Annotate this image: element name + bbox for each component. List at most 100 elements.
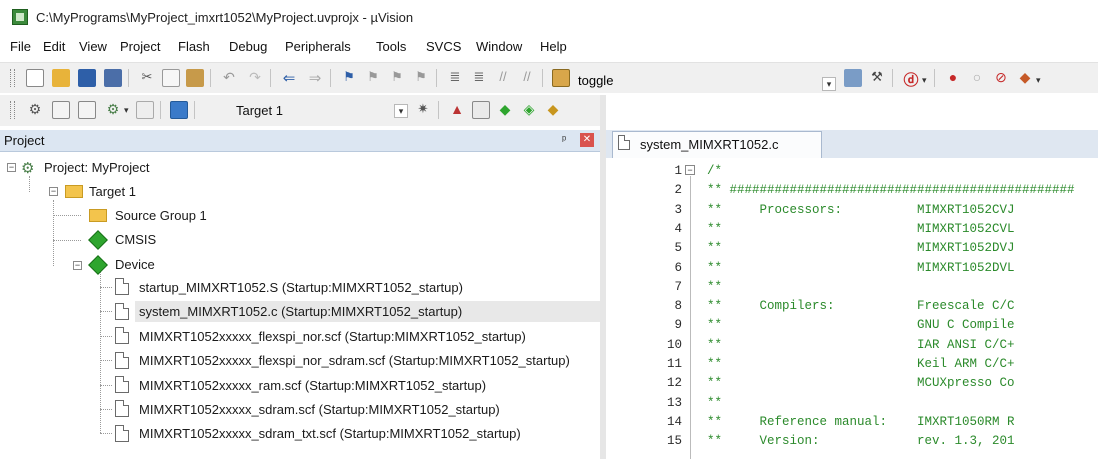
- code-line[interactable]: ** MIMXRT1052DVL: [707, 261, 1015, 275]
- download-load-icon[interactable]: [170, 101, 188, 119]
- code-line[interactable]: ** Reference manual: IMXRT1050RM R: [707, 415, 1015, 429]
- editor-tab-label[interactable]: system_MIMXRT1052.c: [640, 137, 778, 152]
- debug-session-icon[interactable]: ⓓ: [902, 69, 920, 89]
- menu-help[interactable]: Help: [540, 39, 567, 54]
- indent-icon[interactable]: ≣: [446, 69, 464, 87]
- open-file-icon[interactable]: [52, 69, 70, 87]
- code-line[interactable]: ** Version: rev. 1.3, 201: [707, 434, 1015, 448]
- menu-peripherals[interactable]: Peripherals: [285, 39, 351, 54]
- comment-icon[interactable]: //: [494, 69, 512, 87]
- tree-file-flexspi-nor[interactable]: MIMXRT1052xxxxx_flexspi_nor.scf (Startup…: [139, 329, 526, 344]
- cut-icon[interactable]: ✂: [138, 69, 156, 87]
- undo-icon[interactable]: ↶: [220, 69, 238, 87]
- tree-file-ram[interactable]: MIMXRT1052xxxxx_ram.scf (Startup:MIMXRT1…: [139, 378, 486, 393]
- code-line[interactable]: ** Compilers: Freescale C/C: [707, 299, 1015, 313]
- translate-icon[interactable]: ⚙: [26, 101, 44, 119]
- collapse-toggle[interactable]: −: [73, 261, 82, 270]
- find-combo-value[interactable]: toggle: [578, 73, 613, 88]
- target-select[interactable]: Target 1: [232, 100, 412, 122]
- tree-item-device[interactable]: Device: [115, 257, 155, 272]
- rebuild-icon[interactable]: [78, 101, 96, 119]
- menu-file[interactable]: File: [10, 39, 31, 54]
- code-line[interactable]: **: [707, 396, 722, 410]
- collapse-toggle[interactable]: −: [7, 163, 16, 172]
- save-icon[interactable]: [78, 69, 96, 87]
- copy-icon[interactable]: [162, 69, 180, 87]
- bookmark-clear-icon[interactable]: ⚑: [412, 69, 430, 87]
- breakpoint-enable-icon[interactable]: ○: [968, 69, 986, 87]
- target-select-dropdown[interactable]: ▾: [394, 104, 408, 118]
- code-line[interactable]: ** GNU C Compile: [707, 318, 1015, 332]
- bookmark-toggle-icon[interactable]: ⚑: [340, 69, 358, 87]
- code-line[interactable]: ** MIMXRT1052DVJ: [707, 241, 1015, 255]
- tree-file-system[interactable]: system_MIMXRT1052.c (Startup:MIMXRT1052_…: [139, 304, 462, 319]
- save-all-icon[interactable]: [104, 69, 122, 87]
- toolbar-separator: [892, 69, 893, 87]
- line-number: 14: [666, 415, 682, 429]
- tree-item-cmsis[interactable]: CMSIS: [115, 232, 156, 247]
- line-number: 15: [666, 434, 682, 448]
- find-combo-dropdown[interactable]: ▾: [822, 77, 836, 91]
- find-icon[interactable]: [844, 69, 862, 87]
- tree-file-startup[interactable]: startup_MIMXRT1052.S (Startup:MIMXRT1052…: [139, 280, 463, 295]
- new-file-icon[interactable]: [26, 69, 44, 87]
- fold-collapse-toggle[interactable]: −: [685, 165, 695, 175]
- bookmark-next-icon[interactable]: ⚑: [388, 69, 406, 87]
- toolbar-file: ✂ ↶ ↷ ⇐ ⇒ ⚑ ⚑ ⚑ ⚑ ≣ ≣ // // toggle ▾ ⚒ ⓓ…: [0, 62, 1098, 93]
- code-line[interactable]: ** IAR ANSI C/C+: [707, 338, 1015, 352]
- chevron-down-icon[interactable]: ▾: [1036, 75, 1041, 86]
- code-line[interactable]: ** MIMXRT1052CVL: [707, 222, 1015, 236]
- menu-flash[interactable]: Flash: [178, 39, 210, 54]
- tree-item-source-group[interactable]: Source Group 1: [115, 208, 207, 223]
- code-line[interactable]: ** Keil ARM C/C+: [707, 357, 1015, 371]
- menu-edit[interactable]: Edit: [43, 39, 65, 54]
- file-extensions-icon[interactable]: [472, 101, 490, 119]
- menu-view[interactable]: View: [79, 39, 107, 54]
- breakpoint-insert-icon[interactable]: ●: [944, 69, 962, 87]
- redo-icon[interactable]: ↷: [246, 69, 264, 87]
- menu-tools[interactable]: Tools: [376, 39, 406, 54]
- menu-window[interactable]: Window: [476, 39, 522, 54]
- code-line[interactable]: **: [707, 280, 722, 294]
- tree-root-project[interactable]: Project: MyProject: [44, 160, 149, 175]
- code-line[interactable]: ** #####################################…: [707, 183, 1075, 197]
- line-number: 5: [674, 241, 682, 255]
- collapse-toggle[interactable]: −: [49, 187, 58, 196]
- find-in-files-icon[interactable]: [552, 69, 570, 87]
- chevron-down-icon[interactable]: ▾: [922, 75, 927, 86]
- uvision-app-icon[interactable]: [12, 9, 28, 25]
- manage-rte-icon[interactable]: ◆: [496, 101, 514, 119]
- build-icon[interactable]: [52, 101, 70, 119]
- paste-icon[interactable]: [186, 69, 204, 87]
- pin-icon[interactable]: ᵖ: [562, 134, 566, 146]
- navigate-forward-icon[interactable]: ⇒: [306, 69, 324, 87]
- tree-file-sdram[interactable]: MIMXRT1052xxxxx_sdram.scf (Startup:MIMXR…: [139, 402, 500, 417]
- tree-file-flexspi-nor-sdram[interactable]: MIMXRT1052xxxxx_flexspi_nor_sdram.scf (S…: [139, 353, 570, 368]
- options-for-target-icon[interactable]: ✷: [414, 101, 432, 119]
- stop-build-icon[interactable]: [136, 101, 154, 119]
- toolbar-grip[interactable]: [10, 69, 15, 87]
- select-software-packs-icon[interactable]: ◈: [520, 101, 538, 119]
- manage-project-items-icon[interactable]: ▲: [448, 101, 466, 119]
- breakpoint-disable-all-icon[interactable]: ⊘: [992, 69, 1010, 87]
- pack-installer-icon[interactable]: ◆: [544, 101, 562, 119]
- tree-item-target[interactable]: Target 1: [89, 184, 136, 199]
- menu-project[interactable]: Project: [120, 39, 160, 54]
- unindent-icon[interactable]: ≣: [470, 69, 488, 87]
- close-icon[interactable]: ✕: [580, 133, 594, 147]
- menu-debug[interactable]: Debug: [229, 39, 267, 54]
- uncomment-icon[interactable]: //: [518, 69, 536, 87]
- breakpoint-kill-all-icon[interactable]: ◆: [1016, 69, 1034, 87]
- file-icon: [115, 327, 129, 344]
- tree-file-sdram-txt[interactable]: MIMXRT1052xxxxx_sdram_txt.scf (Startup:M…: [139, 426, 521, 441]
- toolbar-grip[interactable]: [10, 101, 15, 119]
- code-line[interactable]: ** Processors: MIMXRT1052CVJ: [707, 203, 1015, 217]
- incremental-find-icon[interactable]: ⚒: [868, 69, 886, 87]
- menu-svcs[interactable]: SVCS: [426, 39, 461, 54]
- code-line[interactable]: ** MCUXpresso Co: [707, 376, 1015, 390]
- navigate-back-icon[interactable]: ⇐: [280, 69, 298, 87]
- code-line[interactable]: /*: [707, 164, 722, 178]
- bookmark-prev-icon[interactable]: ⚑: [364, 69, 382, 87]
- chevron-down-icon[interactable]: ▾: [124, 105, 129, 116]
- batch-build-icon[interactable]: ⚙: [104, 101, 122, 119]
